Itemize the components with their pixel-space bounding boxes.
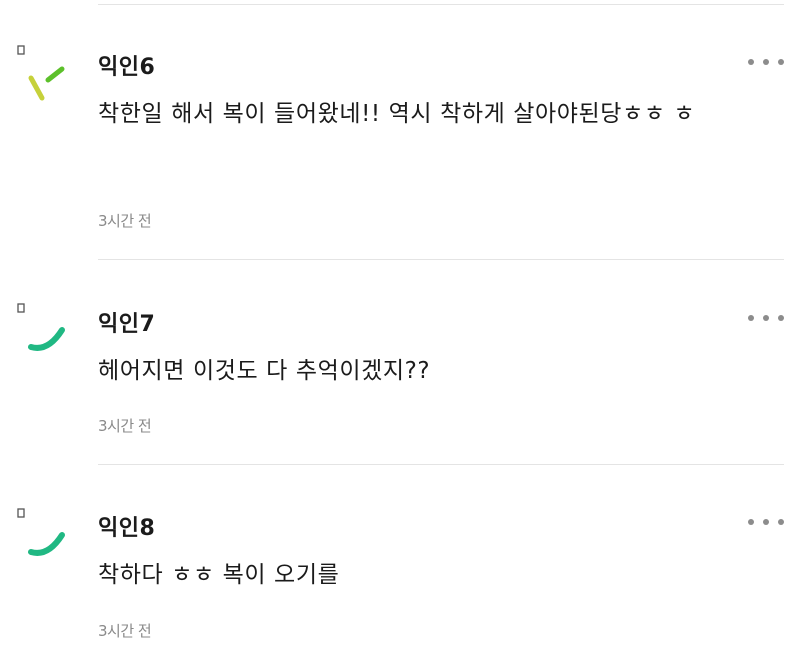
avatar[interactable] bbox=[14, 505, 74, 565]
comment-text: 착한일 해서 복이 들어왔네!! 역시 착하게 살아야된당ㅎㅎ ㅎ bbox=[98, 101, 696, 127]
comment-divider bbox=[98, 259, 784, 260]
more-horizontal-icon bbox=[748, 519, 754, 525]
more-options-button[interactable] bbox=[748, 52, 784, 72]
sprout-icon bbox=[17, 45, 65, 101]
comment-author[interactable]: 익인8 bbox=[98, 510, 155, 542]
comment-text: 헤어지면 이것도 다 추억이겠지?? bbox=[98, 358, 431, 384]
smile-arc-icon bbox=[17, 303, 65, 351]
more-options-button[interactable] bbox=[748, 512, 784, 532]
comment-timestamp: 3시간 전 bbox=[98, 417, 152, 435]
more-horizontal-icon bbox=[748, 315, 754, 321]
avatar[interactable] bbox=[14, 42, 74, 102]
more-options-button[interactable] bbox=[748, 308, 784, 328]
comment-timestamp: 3시간 전 bbox=[98, 622, 152, 640]
comment-timestamp: 3시간 전 bbox=[98, 212, 152, 230]
comment-author[interactable]: 익인7 bbox=[98, 306, 155, 338]
comment-text: 착하다 ㅎㅎ 복이 오기를 bbox=[98, 562, 340, 588]
comment-author[interactable]: 익인6 bbox=[98, 49, 155, 81]
comment-divider bbox=[98, 4, 784, 5]
comment-divider bbox=[98, 464, 784, 465]
avatar[interactable] bbox=[14, 300, 74, 360]
smile-arc-icon bbox=[17, 508, 65, 556]
more-horizontal-icon bbox=[748, 59, 754, 65]
